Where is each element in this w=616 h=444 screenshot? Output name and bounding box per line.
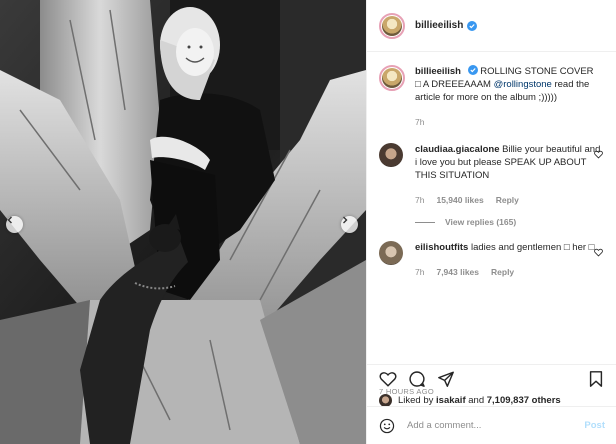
heart-icon[interactable] — [594, 248, 603, 257]
comment-avatar[interactable] — [379, 241, 403, 265]
mention-link[interactable]: @rollingstone — [494, 79, 552, 90]
caption-meta: 7h — [415, 116, 601, 129]
comment-likes[interactable]: 7,943 likes — [436, 266, 479, 279]
comment-avatar[interactable] — [379, 143, 403, 167]
paper-plane-icon[interactable] — [437, 370, 455, 388]
liker-username[interactable]: isakaif — [436, 395, 466, 406]
likes-others-count[interactable]: 7,109,837 others — [487, 395, 561, 406]
comments-list[interactable]: billieeilish ROLLING STONE COVER □ A DRE… — [367, 53, 616, 364]
author-username[interactable]: billieeilish — [415, 20, 463, 31]
caption-time[interactable]: 7h — [415, 116, 424, 129]
post-header: billieeilish — [367, 0, 616, 52]
likes-prefix: Liked by — [398, 395, 434, 406]
view-replies-label: View replies (165) — [445, 217, 517, 227]
carousel-next-button[interactable] — [341, 216, 358, 233]
verified-badge-icon — [467, 20, 478, 31]
heart-icon[interactable] — [379, 370, 397, 388]
carousel-prev-button[interactable] — [6, 216, 23, 233]
add-comment-bar: Post — [367, 406, 616, 444]
comment-text: ladies and gentlemen □ her □ — [470, 242, 595, 253]
view-replies-button[interactable]: View replies (165) — [415, 217, 605, 227]
comment-meta: 7h 7,943 likes Reply — [415, 266, 601, 279]
likes-joiner: and — [468, 395, 485, 406]
verified-badge-icon — [467, 65, 478, 75]
black-and-white-photo — [0, 0, 366, 444]
post-side-panel: billieeilish billieeilish ROLLING STONE … — [366, 0, 616, 444]
comment-likes[interactable]: 15,940 likes — [436, 194, 483, 207]
caption-avatar[interactable] — [379, 65, 405, 91]
comment-reply-button[interactable]: Reply — [491, 266, 514, 279]
comment-bubble-icon[interactable] — [408, 370, 426, 388]
post-timestamp[interactable]: 7 HOURS AGO — [379, 387, 434, 396]
comment-time[interactable]: 7h — [415, 266, 424, 279]
caption-username[interactable]: billieeilish — [415, 66, 461, 77]
chevron-right-icon — [343, 216, 348, 224]
comment-time[interactable]: 7h — [415, 194, 424, 207]
author-avatar[interactable] — [379, 12, 405, 39]
caption: billieeilish ROLLING STONE COVER □ A DRE… — [379, 65, 605, 129]
heart-icon[interactable] — [594, 150, 603, 159]
comment-item: claudiaa.giacalone Billie your beautiful… — [379, 143, 605, 207]
post-comment-button[interactable]: Post — [584, 420, 605, 431]
bookmark-icon[interactable] — [587, 370, 605, 388]
comment-meta: 7h 15,940 likes Reply — [415, 194, 601, 207]
post-photo[interactable] — [0, 0, 366, 444]
comment-item: eilishoutfits ladies and gentlemen □ her… — [379, 241, 605, 279]
comment-username[interactable]: claudiaa.giacalone — [415, 144, 499, 155]
instagram-post: billieeilish billieeilish ROLLING STONE … — [0, 0, 616, 444]
comment-reply-button[interactable]: Reply — [496, 194, 519, 207]
replies-divider — [415, 221, 435, 223]
chevron-left-icon — [7, 216, 12, 224]
comment-input[interactable] — [407, 420, 567, 431]
comment-username[interactable]: eilishoutfits — [415, 242, 468, 253]
smiley-icon[interactable] — [379, 418, 395, 434]
